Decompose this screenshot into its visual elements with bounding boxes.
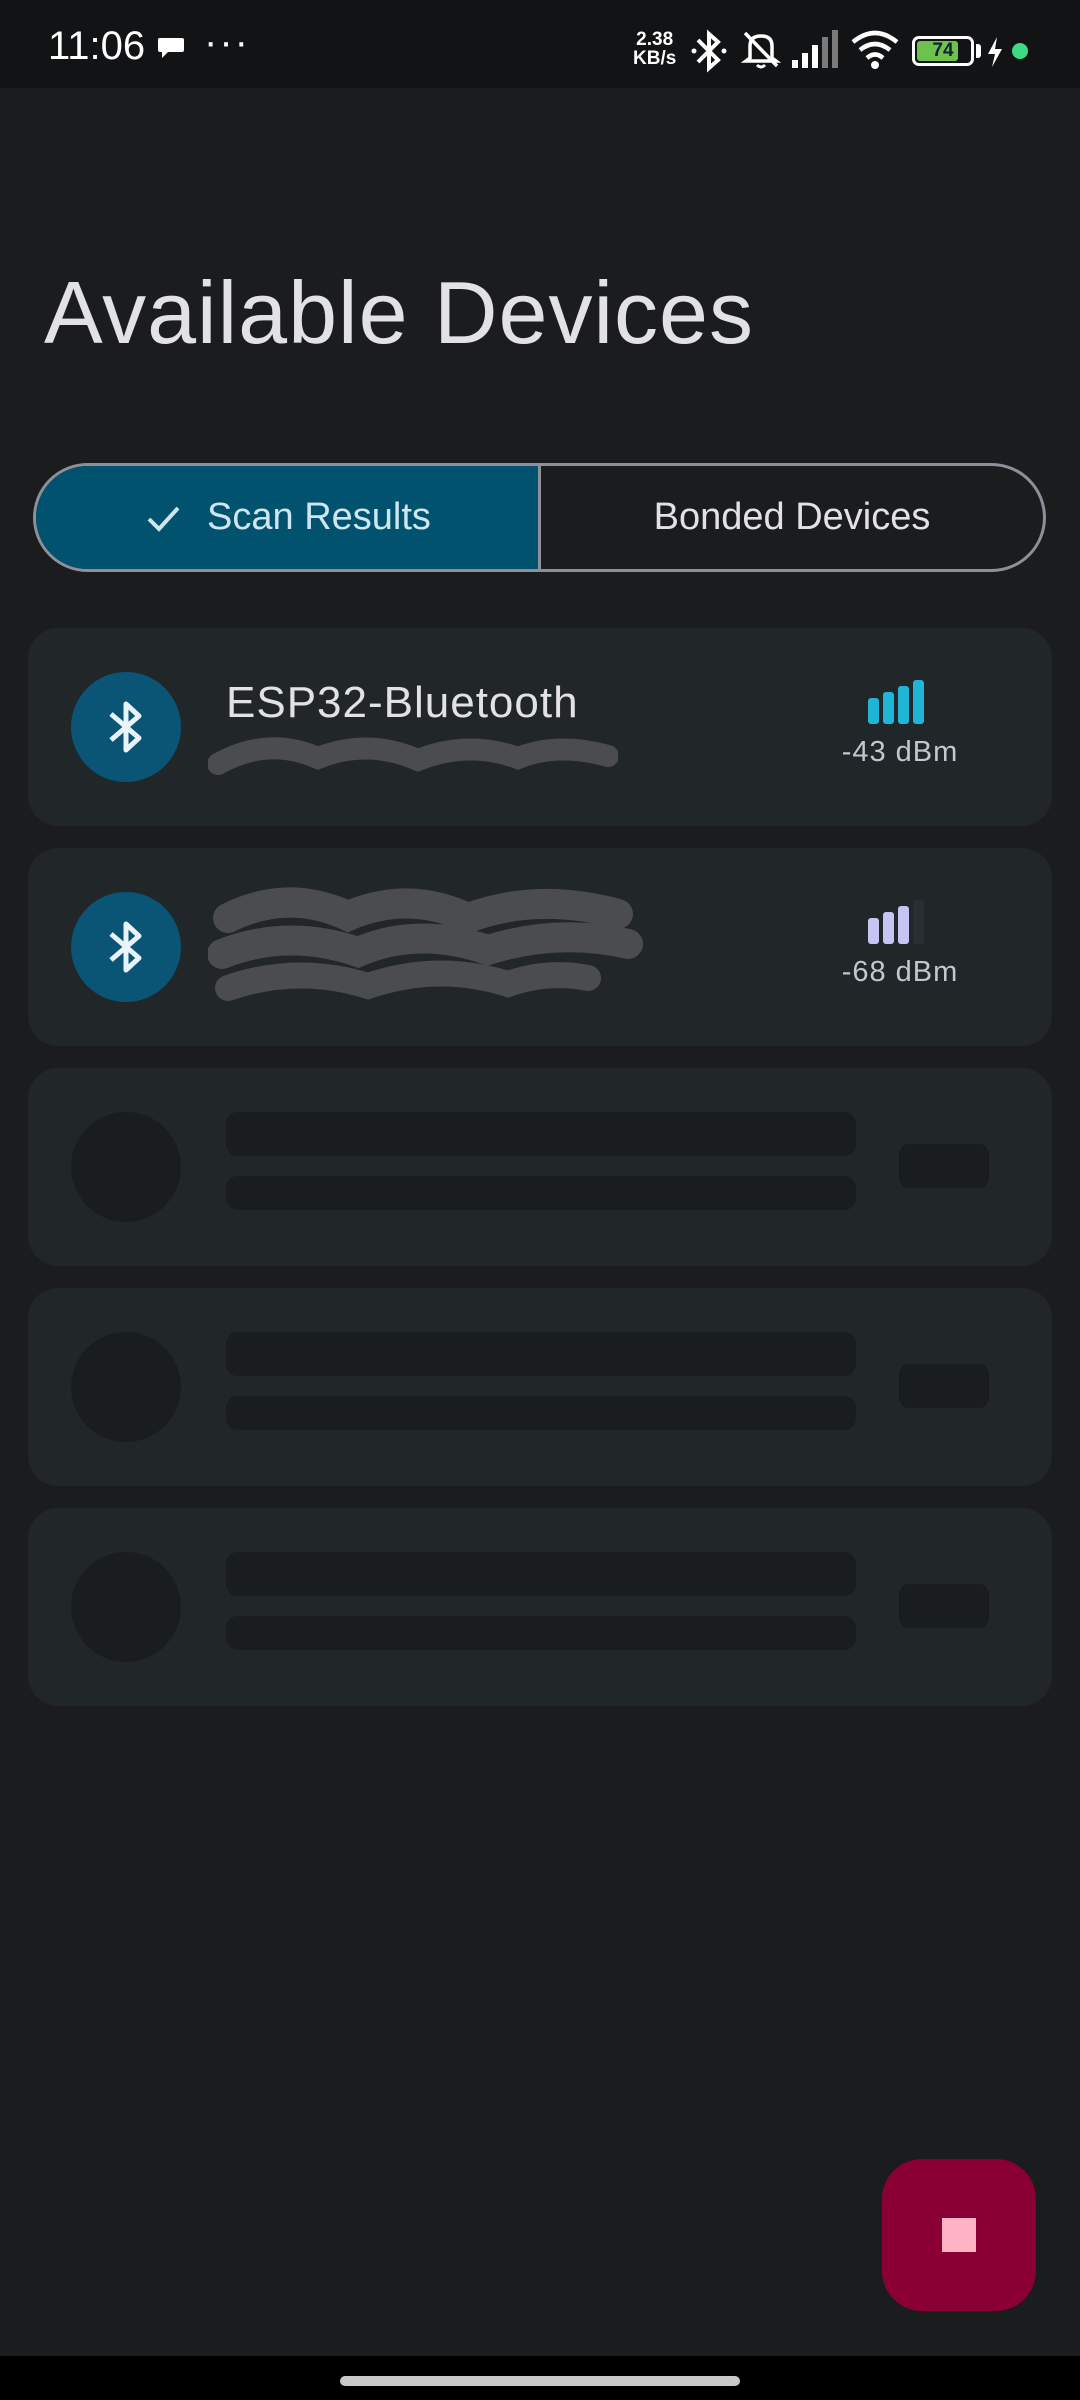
wifi-icon <box>851 30 899 69</box>
loading-placeholder-card <box>28 1508 1052 1706</box>
status-bar: 11:06 ··· 2.38 KB/s 74 <box>0 0 1080 88</box>
device-avatar <box>71 892 181 1002</box>
placeholder-chip <box>899 1364 989 1408</box>
device-source-tabs: Scan Results Bonded Devices <box>33 463 1046 572</box>
placeholder-chip <box>899 1584 989 1628</box>
tab-bonded-devices[interactable]: Bonded Devices <box>541 466 1043 569</box>
network-speed: 2.38 KB/s <box>633 29 677 69</box>
status-time: 11:06 <box>48 24 146 68</box>
tab-scan-results-label: Scan Results <box>207 496 431 538</box>
chat-bubble-icon <box>158 38 184 58</box>
placeholder-line <box>226 1396 856 1430</box>
rssi-value: -43 dBm <box>841 736 959 768</box>
signal-strength-icon <box>868 900 934 944</box>
more-notifications-icon: ··· <box>204 20 250 64</box>
navigation-bar <box>0 2356 1080 2400</box>
charging-bolt-icon <box>988 37 1002 67</box>
redacted-device-info <box>208 887 643 1001</box>
placeholder-line <box>226 1552 856 1596</box>
placeholder-avatar <box>71 1112 181 1222</box>
rssi-value: -68 dBm <box>841 956 959 988</box>
loading-placeholder-card <box>28 1288 1052 1486</box>
signal-strength-icon <box>868 680 934 724</box>
device-card-esp32[interactable]: ESP32-Bluetooth -43 dBm <box>28 628 1052 826</box>
stop-scan-button[interactable] <box>882 2159 1036 2311</box>
placeholder-avatar <box>71 1332 181 1442</box>
home-gesture-handle[interactable] <box>340 2376 740 2386</box>
bluetooth-status-icon <box>691 29 727 73</box>
tab-scan-results[interactable]: Scan Results <box>36 466 541 569</box>
redacted-address <box>208 737 618 775</box>
placeholder-line <box>226 1332 856 1376</box>
device-name: ESP32-Bluetooth <box>226 678 579 727</box>
silent-bell-icon <box>740 31 782 69</box>
placeholder-chip <box>899 1144 989 1188</box>
device-list: ESP32-Bluetooth -43 dBm -68 dBm <box>28 628 1052 1728</box>
check-icon <box>147 506 180 532</box>
placeholder-line <box>226 1176 856 1210</box>
battery-icon: 74 <box>912 36 974 66</box>
placeholder-line <box>226 1112 856 1156</box>
battery-tip <box>976 44 981 58</box>
bluetooth-icon <box>109 921 142 973</box>
device-avatar <box>71 672 181 782</box>
bluetooth-icon <box>109 701 142 753</box>
cellular-signal-icon <box>792 30 838 68</box>
placeholder-avatar <box>71 1552 181 1662</box>
stop-icon <box>942 2218 976 2252</box>
privacy-indicator-dot <box>1012 43 1028 59</box>
tab-bonded-devices-label: Bonded Devices <box>653 496 931 538</box>
loading-placeholder-card <box>28 1068 1052 1266</box>
device-card-unnamed[interactable]: -68 dBm <box>28 848 1052 1046</box>
placeholder-line <box>226 1616 856 1650</box>
page-title: Available Devices <box>44 263 754 362</box>
